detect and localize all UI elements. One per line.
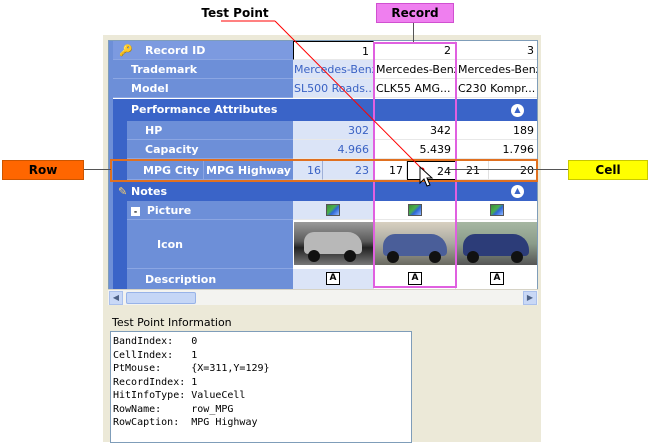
cell-callout: Cell: [568, 160, 648, 180]
record-callout-line: [413, 23, 414, 42]
row-callout: Row: [2, 160, 84, 180]
test-point-info-title: Test Point Information: [112, 316, 232, 329]
stage: 🔑 Record ID 1 2 3 Trademark Mercedes-Ben…: [0, 0, 653, 446]
info-line: BandIndex: 0: [113, 336, 198, 347]
info-line: CellIndex: 1: [113, 349, 198, 361]
test-point-info-box[interactable]: BandIndex: 0 CellIndex: 1 PtMouse: {X=311,…: [110, 331, 412, 443]
info-line: RowCaption: MPG Highway: [113, 417, 258, 428]
info-line: PtMouse: {X=311,Y=129}: [113, 363, 270, 374]
mouse-pointer-icon: [419, 166, 434, 187]
info-line: RowName: row_MPG: [113, 403, 234, 415]
info-line: HitInfoType: ValueCell: [113, 390, 246, 401]
test-point-callout: Test Point: [201, 6, 269, 20]
info-line: RecordIndex: 1: [113, 376, 198, 388]
record-callout: Record: [376, 3, 454, 23]
